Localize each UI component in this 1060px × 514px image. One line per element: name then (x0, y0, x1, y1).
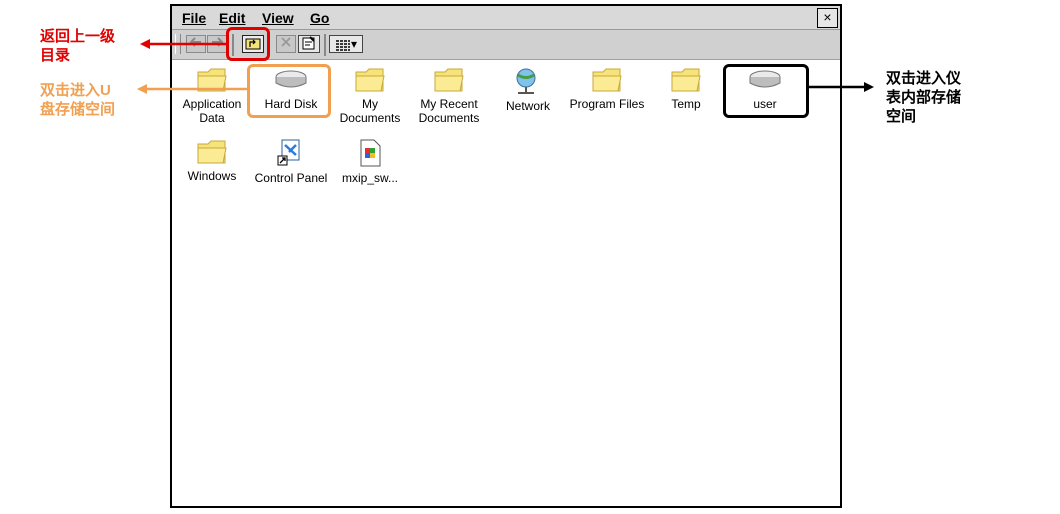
black-arrow (809, 82, 874, 92)
orange-arrow (137, 84, 247, 94)
annotation-u-disk: 双击进入U 盘存储空间 (40, 82, 116, 118)
annotation-up-level: 返回上一级 目录 (40, 28, 116, 64)
annotation-internal-storage: 双击进入仪 表内部存储 空间 (886, 70, 962, 125)
red-arrow (140, 39, 226, 49)
